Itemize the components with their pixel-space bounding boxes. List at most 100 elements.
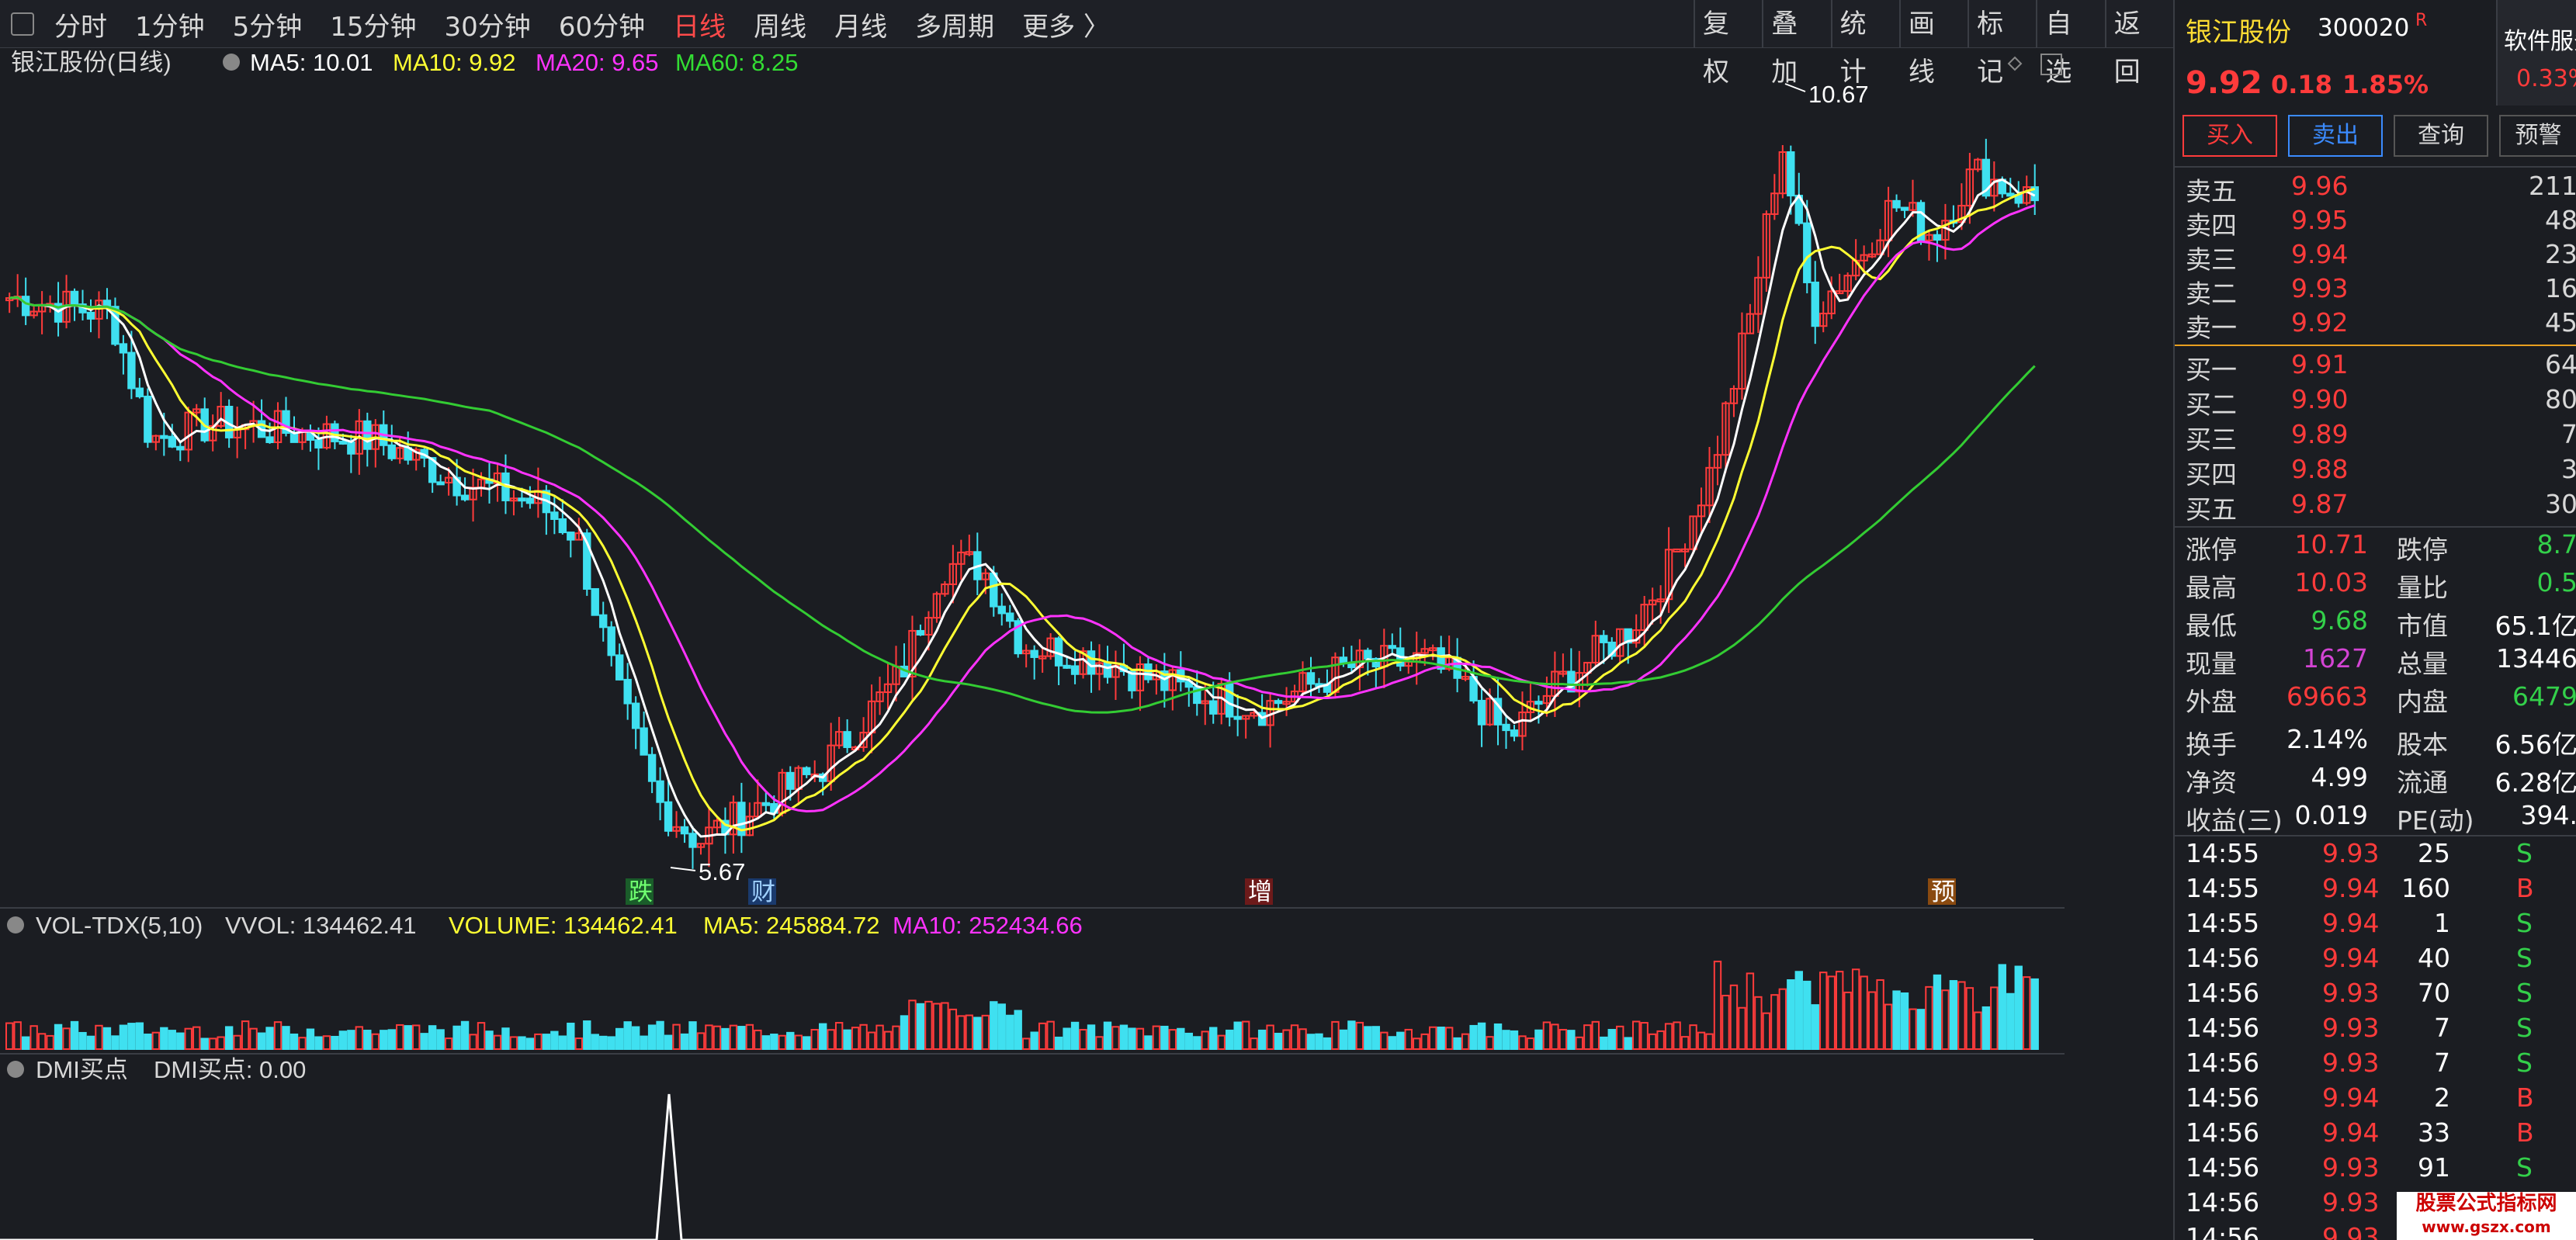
window-icon[interactable] <box>2040 54 2062 75</box>
volume-bar <box>1811 1004 1819 1050</box>
period-tab-8[interactable]: 月线 <box>834 5 887 43</box>
stock-price: 9.92 <box>2186 65 2262 101</box>
stat-label: 股本 <box>2397 729 2448 760</box>
volume-bar <box>705 1024 713 1051</box>
volume-bar <box>37 1033 47 1051</box>
menu-icon[interactable] <box>11 12 34 36</box>
bid-volume: 64 <box>2545 349 2576 379</box>
period-tab-4[interactable]: 30分钟 <box>445 5 531 43</box>
period-tab-6[interactable]: 日线 <box>673 5 726 43</box>
volume-bar <box>990 1001 998 1050</box>
period-tab-7[interactable]: 周线 <box>754 5 806 43</box>
volume-bar <box>916 1003 925 1051</box>
query-button[interactable]: 查询 <box>2394 115 2488 157</box>
watermark-line1: 股票公式指标网 <box>2415 1192 2557 1215</box>
period-tab-9[interactable]: 多周期 <box>915 5 994 43</box>
dmi-path <box>0 1093 2033 1240</box>
tool-button-3[interactable]: 画线 <box>1898 0 1968 88</box>
alert-button[interactable]: 预警 <box>2499 115 2576 157</box>
tick-price: 9.93 <box>2322 1187 2380 1217</box>
volume-bar <box>827 1029 835 1051</box>
volume-bar <box>1673 1021 1681 1050</box>
volume-bar <box>1558 1029 1568 1050</box>
volume-bar <box>469 1034 477 1050</box>
volume-bar <box>1640 1022 1649 1051</box>
kline-chart[interactable]: 10.5010.009.509.008.508.007.507.006.506.… <box>0 48 2065 1240</box>
volume-bar <box>1510 1030 1519 1051</box>
tick-time: 14:56 <box>2186 1152 2260 1183</box>
stat-label: 收益(三) <box>2186 805 2283 836</box>
candle-body <box>599 614 608 629</box>
tool-button-4[interactable]: 标记 <box>1968 0 2036 88</box>
volume-bar <box>1746 972 1755 1051</box>
period-tab-10[interactable]: 更多 〉 <box>1022 5 1110 43</box>
candle-body <box>70 290 79 306</box>
marker-zeng-text: 增 <box>1248 878 1272 906</box>
period-tab-2[interactable]: 5分钟 <box>233 5 303 43</box>
candle-body <box>2006 192 2015 197</box>
volume-bar <box>1624 1037 1632 1050</box>
sell-button[interactable]: 卖出 <box>2288 115 2383 157</box>
stat-value: 69663 <box>2287 681 2368 712</box>
volume-bar <box>62 1027 71 1051</box>
tool-button-0[interactable]: 复权 <box>1694 0 1762 88</box>
candle-body <box>1209 700 1218 715</box>
volume-bar <box>997 1003 1006 1050</box>
volume-bar <box>1144 1035 1153 1051</box>
diamond-icon[interactable] <box>2007 56 2023 71</box>
stat-label: 内盘 <box>2397 687 2448 717</box>
volume-bar <box>192 1026 201 1051</box>
volume-bar <box>46 1034 54 1051</box>
volume-bar <box>209 1037 217 1050</box>
tool-button-1[interactable]: 叠加 <box>1762 0 1830 88</box>
candle-body <box>786 771 795 790</box>
tick-time: 14:56 <box>2186 1013 2260 1043</box>
tick-row: 14:56 9.93 7 S <box>2175 1048 2576 1082</box>
volume-bar <box>493 1034 502 1050</box>
candle-body <box>1534 701 1543 705</box>
volume-bar <box>1567 1030 1576 1050</box>
period-tab-5[interactable]: 60分钟 <box>559 5 645 43</box>
ask-label: 卖三 <box>2186 244 2237 275</box>
volume-bar <box>1884 1003 1893 1050</box>
volume-bar <box>631 1026 640 1051</box>
ask-price: 9.95 <box>2291 205 2349 235</box>
volume-bar <box>1413 1037 1421 1050</box>
tick-row: 14:56 9.93 91 S <box>2175 1152 2576 1187</box>
candle-body <box>1673 548 1681 552</box>
buy-button[interactable]: 买入 <box>2182 115 2277 157</box>
volume-bar <box>647 1024 657 1050</box>
volume-bar <box>452 1025 461 1050</box>
volume-bar <box>111 1035 120 1050</box>
candle-body <box>1006 612 1014 622</box>
candle-body <box>119 343 128 354</box>
volume-bar <box>1152 1025 1161 1050</box>
collapse-icon[interactable] <box>223 54 240 71</box>
tick-row: 14:56 9.93 7 S <box>2175 1013 2576 1048</box>
volume-bar <box>1380 1031 1389 1051</box>
period-tab-0[interactable]: 分时 <box>54 5 107 43</box>
volume-bar <box>428 1025 437 1050</box>
period-tab-1[interactable]: 1分钟 <box>135 5 205 43</box>
tick-side: S <box>2516 908 2533 938</box>
candle-body <box>688 833 697 848</box>
bid-volume: 80 <box>2545 384 2576 414</box>
vol-collapse-icon[interactable] <box>7 916 24 933</box>
candle-body <box>647 753 657 782</box>
tool-button-5[interactable]: 自选 <box>2036 0 2104 88</box>
period-tab-3[interactable]: 15分钟 <box>330 5 416 43</box>
dmi-collapse-icon[interactable] <box>7 1061 24 1078</box>
volume-bar <box>1437 1027 1445 1050</box>
tick-volume: 160 <box>2401 873 2450 903</box>
sector-box[interactable]: 软件服务 0.33% <box>2496 0 2576 106</box>
stat-value: 2.14% <box>2287 724 2368 754</box>
tool-button-2[interactable]: 统计 <box>1830 0 1899 88</box>
volume-bar <box>2023 976 2031 1051</box>
tool-button-6[interactable]: 返回 <box>2104 0 2173 88</box>
volume-bar <box>965 1014 974 1050</box>
tick-price: 9.93 <box>2322 1152 2380 1183</box>
candle-body <box>387 444 396 459</box>
volume-bar <box>160 1027 168 1051</box>
marker-cai-text: 财 <box>751 878 775 906</box>
volume-bar <box>1469 1024 1478 1050</box>
